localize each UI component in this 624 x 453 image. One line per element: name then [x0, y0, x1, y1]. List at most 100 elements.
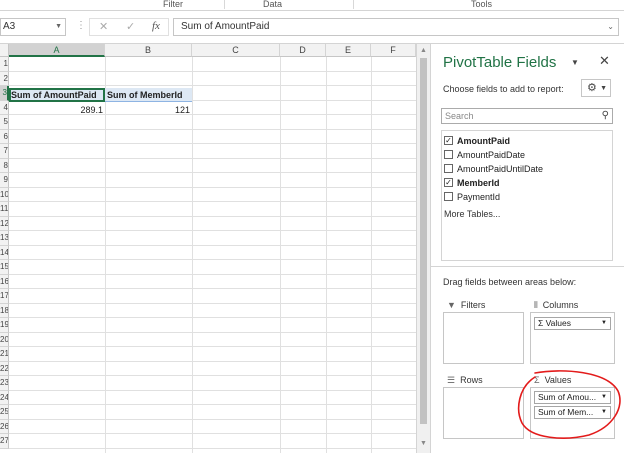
row-header[interactable]: 25	[0, 405, 9, 420]
checkbox[interactable]	[444, 164, 453, 174]
field-item-paymentid[interactable]: PaymentId	[444, 190, 500, 204]
formula-input[interactable]: Sum of AmountPaid ⌄	[173, 18, 619, 36]
gridline	[9, 433, 416, 434]
checkbox-checked[interactable]: ✓	[444, 178, 453, 188]
enter-icon[interactable]: ✓	[126, 20, 135, 33]
field-item-amountpaid[interactable]: ✓ AmountPaid	[444, 134, 510, 148]
cancel-icon[interactable]: ✕	[99, 20, 108, 33]
column-header-e[interactable]: E	[326, 44, 371, 57]
filters-label: Filters	[460, 300, 486, 310]
field-item-amountpaiduntildate[interactable]: AmountPaidUntilDate	[444, 162, 543, 176]
row-header[interactable]: 6	[0, 129, 9, 144]
row-header[interactable]: 22	[0, 361, 9, 376]
field-item-memberid[interactable]: ✓ MemberId	[444, 176, 500, 190]
row-header[interactable]: 14	[0, 245, 9, 260]
gridline	[9, 186, 416, 188]
gridline	[371, 57, 372, 453]
row-header[interactable]: 12	[0, 216, 9, 231]
field-label: AmountPaidDate	[457, 150, 526, 160]
gridline	[9, 143, 416, 144]
column-header-f[interactable]: F	[371, 44, 416, 57]
row-header[interactable]: 13	[0, 231, 9, 246]
gridline	[9, 157, 416, 159]
column-header-d[interactable]: D	[280, 44, 326, 57]
field-list-settings-button[interactable]: ⚙ ▼	[581, 79, 611, 97]
pivot-value-memberid[interactable]: 121	[105, 103, 192, 117]
filters-drop-area[interactable]	[443, 312, 524, 364]
row-header[interactable]: 18	[0, 303, 9, 318]
row-header[interactable]: 3	[0, 86, 9, 101]
select-all-corner[interactable]	[0, 44, 9, 57]
chevron-down-icon[interactable]: ▼	[55, 19, 62, 35]
field-label: AmountPaid	[457, 136, 510, 146]
columns-values-pill[interactable]: Σ Values ▼	[534, 317, 611, 330]
gridline	[9, 288, 416, 289]
gridline	[9, 201, 416, 202]
field-label: PaymentId	[457, 192, 501, 202]
scroll-up-icon[interactable]: ▲	[420, 47, 427, 54]
row-header[interactable]: 17	[0, 289, 9, 304]
chevron-down-icon: ▼	[600, 85, 607, 92]
row-header[interactable]: 4	[0, 100, 9, 115]
field-item-amountpaiddate[interactable]: AmountPaidDate	[444, 148, 525, 162]
gridline	[9, 418, 416, 420]
row-header[interactable]: 1	[0, 57, 9, 72]
checkbox[interactable]	[444, 150, 453, 160]
pane-divider	[431, 266, 624, 267]
row-header[interactable]: 10	[0, 187, 9, 202]
search-input[interactable]: Search ⚲	[441, 108, 613, 124]
column-header-a[interactable]: A	[9, 44, 105, 57]
row-header[interactable]: 11	[0, 202, 9, 217]
row-header[interactable]: 7	[0, 144, 9, 159]
insert-function-icon[interactable]: fx	[152, 20, 160, 32]
gridline	[9, 302, 416, 304]
rows-label: Rows	[460, 375, 483, 385]
chevron-down-icon[interactable]: ▼	[601, 318, 607, 329]
worksheet-grid[interactable]: A B C D E F Sum of AmountPaid Sum of Mem…	[0, 44, 416, 453]
pivot-header-memberid[interactable]: Sum of MemberId	[105, 88, 192, 102]
pivot-header-amountpaid[interactable]: Sum of AmountPaid	[9, 88, 105, 102]
column-header-b[interactable]: B	[105, 44, 192, 57]
rows-area-title: ☰ Rows	[447, 375, 483, 386]
ribbon-group-filter: Filter	[163, 0, 183, 9]
more-tables-link[interactable]: More Tables...	[444, 209, 500, 219]
vertical-scrollbar[interactable]: ▲ ▼	[416, 44, 430, 453]
checkbox[interactable]	[444, 192, 453, 202]
chevron-down-icon[interactable]: ⌄	[607, 19, 614, 35]
row-header[interactable]: 24	[0, 390, 9, 405]
row-header[interactable]: 2	[0, 71, 9, 86]
gridline	[9, 244, 416, 246]
column-header-c[interactable]: C	[192, 44, 280, 57]
row-header[interactable]: 20	[0, 332, 9, 347]
row-header[interactable]: 5	[0, 115, 9, 130]
gridline	[9, 360, 416, 362]
rows-drop-area[interactable]	[443, 387, 524, 439]
row-header[interactable]: 15	[0, 260, 9, 275]
gridline	[9, 85, 416, 86]
row-header[interactable]: 16	[0, 274, 9, 289]
row-header[interactable]: 9	[0, 173, 9, 188]
scrollbar-thumb[interactable]	[420, 58, 427, 424]
row-header[interactable]: 21	[0, 347, 9, 362]
search-placeholder: Search	[445, 111, 474, 121]
checkbox-checked[interactable]: ✓	[444, 136, 453, 146]
gridline	[9, 375, 416, 376]
pane-options-icon[interactable]: ▼	[571, 58, 579, 67]
ribbon-strip: Filter Data Tools	[0, 0, 624, 11]
scroll-down-icon[interactable]: ▼	[420, 440, 427, 447]
gridline	[192, 57, 193, 453]
search-icon: ⚲	[601, 110, 609, 121]
row-header[interactable]: 26	[0, 419, 9, 434]
name-box[interactable]: A3 ▼	[0, 18, 66, 36]
close-icon[interactable]: ✕	[599, 53, 610, 69]
pivot-value-amountpaid[interactable]: 289.1	[9, 103, 105, 117]
gear-icon: ⚙	[587, 82, 597, 94]
row-header[interactable]: 19	[0, 318, 9, 333]
gridline	[9, 172, 416, 173]
row-header[interactable]: 27	[0, 434, 9, 449]
gridline	[9, 70, 416, 72]
choose-fields-label: Choose fields to add to report:	[443, 84, 564, 94]
columns-drop-area[interactable]: Σ Values ▼	[530, 312, 615, 364]
row-header[interactable]: 8	[0, 158, 9, 173]
row-header[interactable]: 23	[0, 376, 9, 391]
